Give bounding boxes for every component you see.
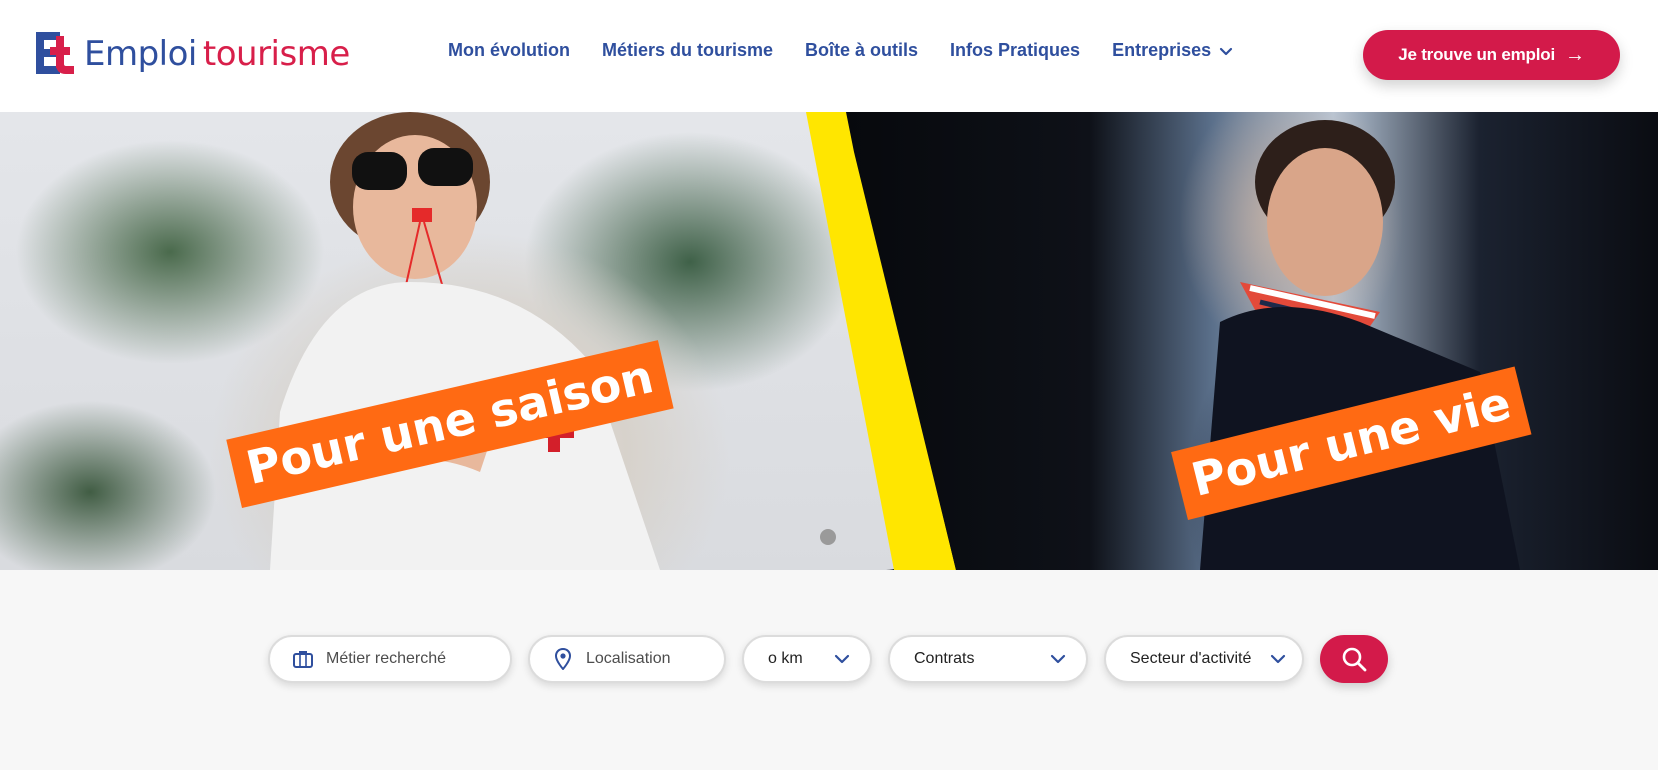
logo-word-tourisme: tourisme <box>202 34 350 74</box>
sector-value: Secteur d'activité <box>1130 650 1252 667</box>
chevron-down-icon <box>1270 654 1286 664</box>
distance-value: o km <box>768 650 803 667</box>
arrow-right-icon: → <box>1564 44 1585 66</box>
find-job-button[interactable]: Je trouve un emploi → <box>1363 30 1620 80</box>
logo-text: Emploi tourisme <box>84 37 350 71</box>
site-header: Emploi tourisme Mon évolution Métiers du … <box>0 0 1658 112</box>
lifeguard-figure <box>270 112 660 570</box>
search-submit-button[interactable] <box>1320 635 1388 683</box>
location-input[interactable]: Localisation <box>528 635 726 683</box>
chevron-down-icon <box>1220 47 1233 55</box>
logo-mark <box>36 30 78 78</box>
chevron-down-icon <box>1050 654 1066 664</box>
main-nav: Mon évolution Métiers du tourisme Boîte … <box>448 40 1265 61</box>
nav-label: Métiers du tourisme <box>601 40 774 60</box>
nav-item-infos-pratiques[interactable]: Infos Pratiques <box>950 40 1080 61</box>
job-title-input[interactable]: Métier recherché <box>268 635 512 683</box>
nav-item-boite-a-outils[interactable]: Boîte à outils <box>805 40 918 61</box>
nav-label: Mon évolution <box>448 40 570 60</box>
nav-item-mon-evolution[interactable]: Mon évolution <box>448 40 570 61</box>
sector-select[interactable]: Secteur d'activité <box>1104 635 1304 683</box>
job-search-bar: Métier recherché Localisation o km Contr… <box>268 634 1388 684</box>
logo-word-emploi: Emploi <box>84 34 197 74</box>
nav-item-entreprises[interactable]: Entreprises <box>1112 40 1233 61</box>
nav-label: Entreprises <box>1112 40 1212 60</box>
carousel-dot[interactable] <box>820 529 836 545</box>
contracts-select[interactable]: Contrats <box>888 635 1088 683</box>
hero-carousel: Pour une saison Pour une vie <box>0 112 1658 570</box>
nav-label: Infos Pratiques <box>950 40 1081 60</box>
location-placeholder: Localisation <box>586 650 671 667</box>
briefcase-icon <box>292 648 314 670</box>
logo[interactable]: Emploi tourisme <box>36 28 350 80</box>
nav-item-metiers[interactable]: Métiers du tourisme <box>602 40 773 61</box>
nav-label: Boîte à outils <box>805 40 919 60</box>
hero-image-lifeguard <box>0 112 920 570</box>
distance-select[interactable]: o km <box>742 635 872 683</box>
location-pin-icon <box>552 648 574 670</box>
contracts-value: Contrats <box>914 650 975 667</box>
search-icon <box>1342 647 1367 672</box>
chevron-down-icon <box>834 654 850 664</box>
find-job-label: Je trouve un emploi <box>1398 45 1555 64</box>
job-title-placeholder: Métier recherché <box>326 650 447 667</box>
